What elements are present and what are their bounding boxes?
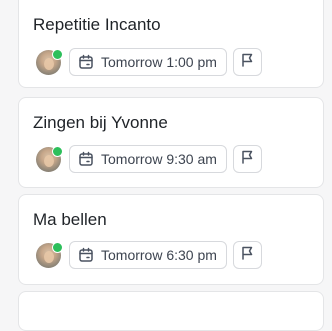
flag-icon [239,52,255,73]
avatar-face [44,250,54,263]
online-status-dot [52,145,63,157]
flag-icon [239,245,255,266]
avatar-face [44,57,54,70]
task-card[interactable]: Repetitie Incanto Tomorrow 1:00 pm [18,0,324,88]
avatar-face [44,154,54,167]
calendar-icon [78,151,94,167]
calendar-icon [78,54,94,70]
due-date-label: Tomorrow 9:30 am [101,151,217,167]
online-status-dot [52,241,63,253]
task-card[interactable]: Ma bellen Tomorrow 6:30 pm [18,194,324,285]
online-status-dot [52,48,63,60]
priority-flag-button[interactable] [232,241,262,269]
due-date-label: Tomorrow 1:00 pm [101,54,217,70]
priority-flag-button[interactable] [232,48,262,76]
due-date-label: Tomorrow 6:30 pm [101,247,217,263]
task-title[interactable]: Ma bellen [33,210,107,230]
priority-flag-button[interactable] [232,145,262,173]
task-meta-row: Tomorrow 9:30 am [36,144,262,174]
calendar-icon [78,247,94,263]
assignee-avatar[interactable] [36,241,63,268]
due-date-button[interactable]: Tomorrow 9:30 am [69,145,227,173]
assignee-avatar[interactable] [36,145,63,172]
task-meta-row: Tomorrow 1:00 pm [36,47,262,77]
flag-icon [239,149,255,170]
task-title[interactable]: Repetitie Incanto [33,15,161,35]
due-date-button[interactable]: Tomorrow 1:00 pm [69,48,227,76]
task-card[interactable]: Zingen bij Yvonne Tomorrow 9:30 am [18,97,324,188]
task-card-partial[interactable] [18,291,324,331]
task-title[interactable]: Zingen bij Yvonne [33,113,168,133]
due-date-button[interactable]: Tomorrow 6:30 pm [69,241,227,269]
assignee-avatar[interactable] [36,48,63,75]
task-meta-row: Tomorrow 6:30 pm [36,240,262,270]
